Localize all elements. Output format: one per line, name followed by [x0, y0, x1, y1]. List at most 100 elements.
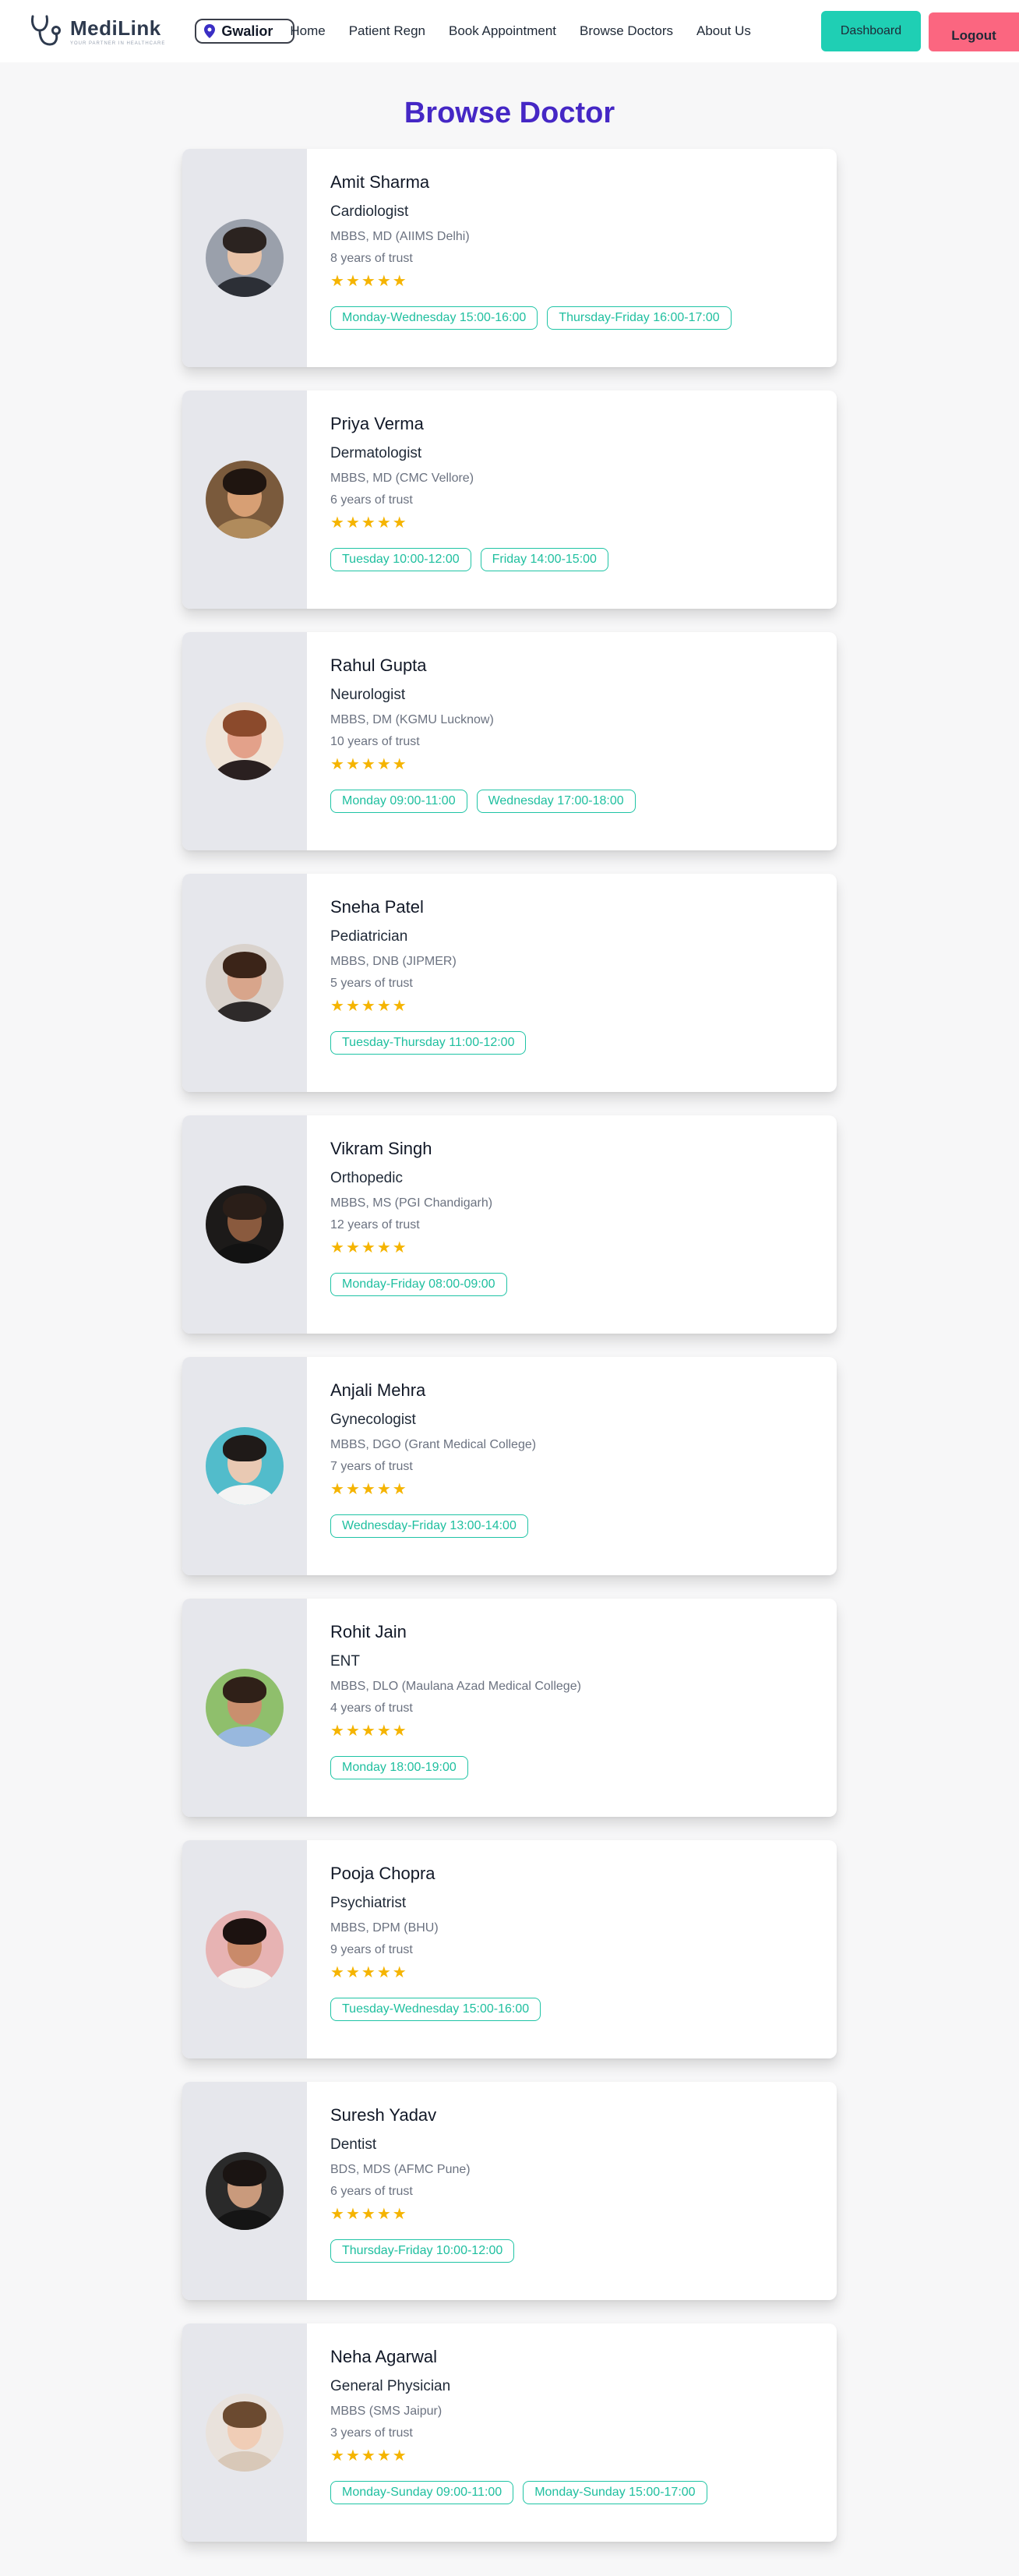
doctor-card[interactable]: Pooja Chopra Psychiatrist MBBS, DPM (BHU…: [182, 1840, 837, 2058]
star-icon: ★: [330, 1481, 344, 1498]
doctor-experience: 9 years of trust: [330, 1943, 413, 1956]
doctor-card[interactable]: Anjali Mehra Gynecologist MBBS, DGO (Gra…: [182, 1357, 837, 1575]
brand-logo[interactable]: MediLink YOUR PARTNER IN HEALTHCARE: [28, 13, 165, 49]
doctor-card[interactable]: Sneha Patel Pediatrician MBBS, DNB (JIPM…: [182, 874, 837, 1092]
doctor-qualification: MBBS, DM (KGMU Lucknow): [330, 713, 494, 726]
star-icon: ★: [376, 2206, 391, 2223]
doctor-photo-panel: [182, 1840, 307, 2058]
rating-stars: ★ ★ ★ ★ ★: [330, 1965, 813, 1981]
doctor-qualification: MBBS (SMS Jaipur): [330, 2405, 443, 2418]
doctor-qualification: MBBS, DNB (JIPMER): [330, 955, 457, 968]
doctor-name[interactable]: Amit Sharma: [330, 172, 813, 193]
time-slot-chip[interactable]: Monday-Sunday 15:00-17:00: [523, 2481, 707, 2504]
star-icon: ★: [361, 1239, 376, 1256]
star-icon: ★: [392, 998, 407, 1015]
doctor-info: Anjali Mehra Gynecologist MBBS, DGO (Gra…: [307, 1357, 837, 1575]
time-slot-chip[interactable]: Tuesday 10:00-12:00: [330, 548, 471, 571]
doctor-info: Suresh Yadav Dentist BDS, MDS (AFMC Pune…: [307, 2082, 837, 2300]
doctor-avatar: [206, 702, 284, 780]
doctor-specialty: ENT: [330, 1653, 360, 1670]
star-icon: ★: [376, 1239, 391, 1256]
time-slot-chip[interactable]: Friday 14:00-15:00: [480, 548, 608, 571]
location-selector[interactable]: Gwalior: [195, 19, 295, 44]
time-slot-chip[interactable]: Tuesday-Wednesday 15:00-16:00: [330, 1998, 541, 2021]
time-slot-chip[interactable]: Wednesday-Friday 13:00-14:00: [330, 1514, 528, 1538]
doctor-specialty: Orthopedic: [330, 1170, 403, 1186]
star-icon: ★: [330, 1723, 344, 1740]
doctor-photo-panel: [182, 390, 307, 609]
rating-stars: ★ ★ ★ ★ ★: [330, 2448, 813, 2464]
time-slot-chip[interactable]: Monday 09:00-11:00: [330, 790, 467, 813]
doctor-avatar: [206, 461, 284, 539]
doctor-card[interactable]: Suresh Yadav Dentist BDS, MDS (AFMC Pune…: [182, 2082, 837, 2300]
star-icon: ★: [345, 998, 360, 1015]
doctor-name[interactable]: Neha Agarwal: [330, 2347, 813, 2367]
doctor-specialty: General Physician: [330, 2378, 451, 2394]
star-icon: ★: [361, 756, 376, 773]
rating-stars: ★ ★ ★ ★ ★: [330, 515, 813, 531]
availability-slots: Monday-Friday 08:00-09:00: [330, 1273, 813, 1296]
doctor-card[interactable]: Amit Sharma Cardiologist MBBS, MD (AIIMS…: [182, 149, 837, 367]
doctor-card[interactable]: Vikram Singh Orthopedic MBBS, MS (PGI Ch…: [182, 1115, 837, 1334]
rating-stars: ★ ★ ★ ★ ★: [330, 1482, 813, 1497]
star-icon: ★: [345, 756, 360, 773]
doctor-qualification: MBBS, DLO (Maulana Azad Medical College): [330, 1680, 581, 1693]
star-icon: ★: [345, 514, 360, 532]
nav-patient-registration[interactable]: Patient Regn: [349, 23, 425, 39]
nav-browse-doctors[interactable]: Browse Doctors: [580, 23, 673, 39]
nav-home[interactable]: Home: [290, 23, 325, 39]
star-icon: ★: [376, 1723, 391, 1740]
rating-stars: ★ ★ ★ ★ ★: [330, 1723, 813, 1739]
doctor-photo-panel: [182, 874, 307, 1092]
time-slot-chip[interactable]: Thursday-Friday 16:00-17:00: [547, 306, 732, 330]
doctor-specialty: Dentist: [330, 2136, 377, 2153]
star-icon: ★: [376, 2447, 391, 2465]
doctor-info: Priya Verma Dermatologist MBBS, MD (CMC …: [307, 390, 837, 609]
doctor-name[interactable]: Priya Verma: [330, 414, 813, 434]
dashboard-button[interactable]: Dashboard: [821, 11, 921, 51]
doctor-avatar: [206, 944, 284, 1022]
time-slot-chip[interactable]: Monday-Friday 08:00-09:00: [330, 1273, 507, 1296]
doctor-avatar: [206, 1669, 284, 1747]
doctor-name[interactable]: Pooja Chopra: [330, 1864, 813, 1884]
star-icon: ★: [376, 273, 391, 290]
star-icon: ★: [330, 2447, 344, 2465]
star-icon: ★: [361, 514, 376, 532]
doctor-photo-panel: [182, 149, 307, 367]
doctor-name[interactable]: Vikram Singh: [330, 1139, 813, 1159]
doctor-name[interactable]: Sneha Patel: [330, 897, 813, 917]
doctor-name[interactable]: Suresh Yadav: [330, 2105, 813, 2125]
doctor-experience: 6 years of trust: [330, 493, 413, 507]
star-icon: ★: [330, 998, 344, 1015]
doctor-name[interactable]: Rohit Jain: [330, 1622, 813, 1642]
doctor-avatar: [206, 2394, 284, 2472]
doctor-card[interactable]: Rahul Gupta Neurologist MBBS, DM (KGMU L…: [182, 632, 837, 850]
doctor-qualification: MBBS, MD (AIIMS Delhi): [330, 230, 470, 243]
logout-button[interactable]: Logout: [929, 12, 1019, 51]
star-icon: ★: [392, 756, 407, 773]
doctor-avatar: [206, 2152, 284, 2230]
availability-slots: Monday-Sunday 09:00-11:00 Monday-Sunday 1…: [330, 2481, 813, 2504]
doctor-card[interactable]: Priya Verma Dermatologist MBBS, MD (CMC …: [182, 390, 837, 609]
time-slot-chip[interactable]: Thursday-Friday 10:00-12:00: [330, 2239, 515, 2263]
star-icon: ★: [361, 998, 376, 1015]
star-icon: ★: [345, 1481, 360, 1498]
star-icon: ★: [345, 273, 360, 290]
doctor-experience: 5 years of trust: [330, 977, 413, 990]
time-slot-chip[interactable]: Monday-Wednesday 15:00-16:00: [330, 306, 538, 330]
nav-about-us[interactable]: About Us: [696, 23, 751, 39]
time-slot-chip[interactable]: Monday-Sunday 09:00-11:00: [330, 2481, 514, 2504]
star-icon: ★: [392, 1239, 407, 1256]
star-icon: ★: [330, 1239, 344, 1256]
doctor-card[interactable]: Neha Agarwal General Physician MBBS (SMS…: [182, 2323, 837, 2542]
nav-book-appointment[interactable]: Book Appointment: [449, 23, 556, 39]
time-slot-chip[interactable]: Monday 18:00-19:00: [330, 1756, 468, 1779]
star-icon: ★: [361, 2206, 376, 2223]
doctor-info: Sneha Patel Pediatrician MBBS, DNB (JIPM…: [307, 874, 837, 1092]
time-slot-chip[interactable]: Tuesday-Thursday 11:00-12:00: [330, 1031, 527, 1055]
doctor-card[interactable]: Rohit Jain ENT MBBS, DLO (Maulana Azad M…: [182, 1599, 837, 1817]
time-slot-chip[interactable]: Wednesday 17:00-18:00: [476, 790, 636, 813]
doctor-specialty: Neurologist: [330, 687, 406, 703]
doctor-name[interactable]: Anjali Mehra: [330, 1380, 813, 1401]
doctor-name[interactable]: Rahul Gupta: [330, 655, 813, 676]
